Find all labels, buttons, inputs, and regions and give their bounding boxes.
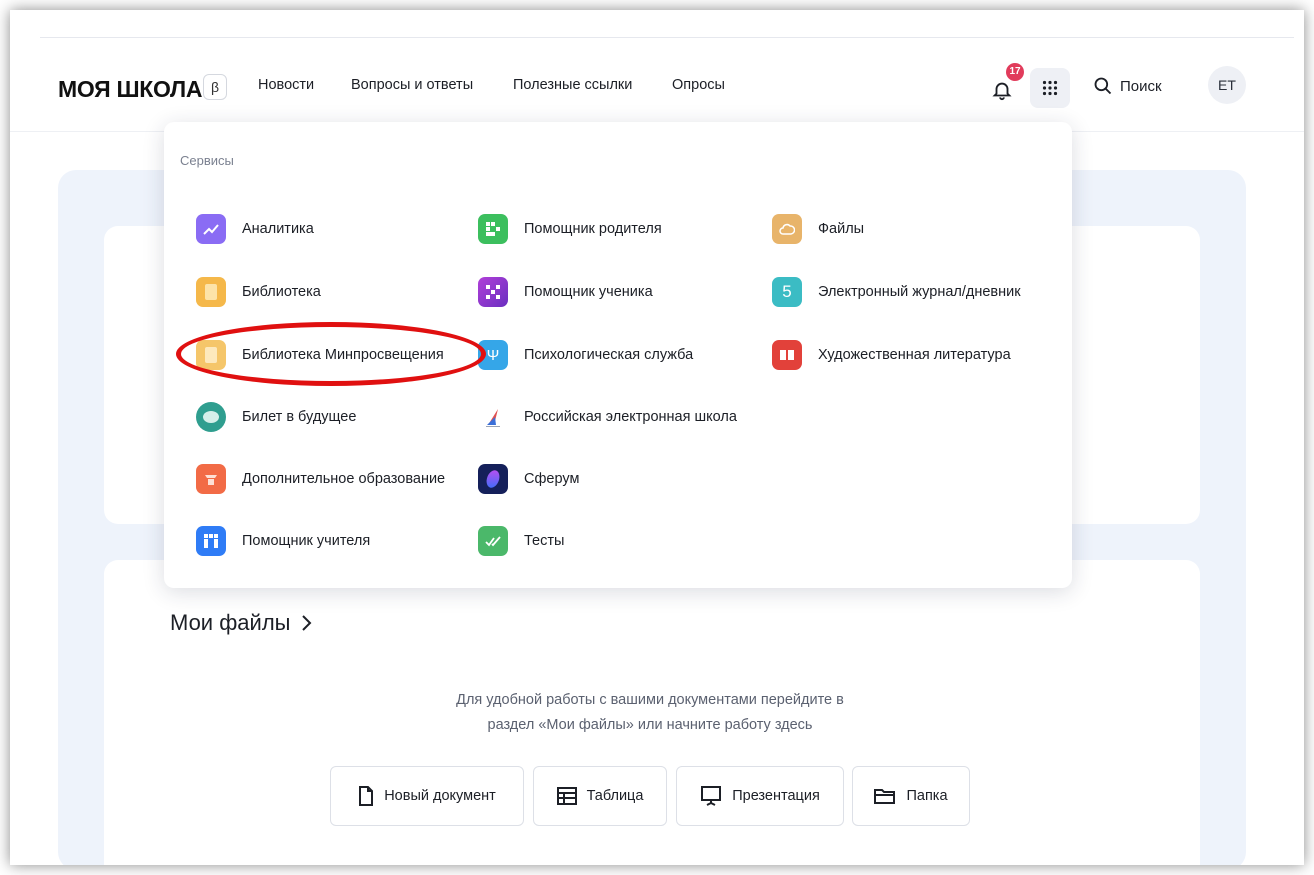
notifications-badge: 17 [1006,63,1024,81]
files-title-text: Мои файлы [170,610,291,635]
site-logo[interactable]: МОЯ ШКОЛА [58,76,202,103]
new-document-label: Новый документ [384,788,496,804]
services-menu-button[interactable] [1030,68,1070,108]
document-icon [359,786,374,806]
service-ticket-to-future[interactable]: Билет в будущее [196,402,356,432]
ticket-icon [196,402,226,432]
service-label: Электронный журнал/дневник [818,284,1021,300]
service-label: Художественная литература [818,347,1011,363]
service-analytics[interactable]: Аналитика [196,214,314,244]
cloud-icon [772,214,802,244]
service-teacher-assistant[interactable]: Помощник учителя [196,526,370,556]
service-files[interactable]: Файлы [772,214,864,244]
files-desc-line1: Для удобной работы с вашими документами … [456,692,844,708]
service-sferum[interactable]: Сферум [478,464,579,494]
nav-faq[interactable]: Вопросы и ответы [351,77,473,93]
grid-icon [1042,80,1058,96]
service-label: Аналитика [242,221,314,237]
top-divider [40,37,1294,38]
service-res[interactable]: Российская электронная школа [478,402,737,432]
presentation-button[interactable]: Презентация [676,766,844,826]
education-icon [196,464,226,494]
service-label: Психологическая служба [524,347,694,363]
book-icon [196,277,226,307]
table-icon [556,787,577,805]
folder-label: Папка [906,788,948,804]
service-label: Библиотека [242,284,321,300]
table-button[interactable]: Таблица [533,766,667,826]
highlight-ellipse [176,322,486,386]
avatar[interactable]: ЕТ [1208,66,1246,104]
service-label: Билет в будущее [242,409,357,425]
sferum-icon [478,464,508,494]
service-label: Российская электронная школа [524,409,737,425]
teacher-icon [196,526,226,556]
search-button[interactable]: Поиск [1093,76,1162,96]
service-label: Помощник учителя [242,533,371,549]
chevron-right-icon [302,615,312,631]
service-label: Сферум [524,471,580,487]
folder-icon [874,789,896,804]
open-book-icon [772,340,802,370]
search-label: Поиск [1120,77,1162,95]
tests-icon [478,526,508,556]
search-icon [1094,77,1112,95]
browser-frame: МОЯ ШКОЛА β Новости Вопросы и ответы Пол… [10,10,1304,865]
service-label: Тесты [524,533,565,549]
nav-news[interactable]: Новости [258,77,314,93]
service-parent-assistant[interactable]: Помощник родителя [478,214,662,244]
files-section-title[interactable]: Мои файлы [170,610,312,636]
bell-icon [992,82,1012,101]
beta-badge: β [203,74,227,100]
student-icon [478,277,508,307]
presentation-label: Презентация [732,788,820,804]
files-description: Для удобной работы с вашими документами … [390,688,910,738]
service-e-journal[interactable]: 5 Электронный журнал/дневник [772,277,1021,307]
nav-links[interactable]: Полезные ссылки [513,77,632,93]
service-student-assistant[interactable]: Помощник ученика [478,277,653,307]
service-tests[interactable]: Тесты [478,526,564,556]
service-label: Помощник родителя [524,221,662,237]
folder-button[interactable]: Папка [852,766,970,826]
parent-icon [478,214,508,244]
service-label: Дополнительное образование [242,471,446,487]
res-icon [478,402,508,432]
services-title: Сервисы [180,153,234,168]
service-library[interactable]: Библиотека [196,277,321,307]
presentation-icon [701,786,722,806]
analytics-icon [196,214,226,244]
service-label: Файлы [818,221,865,237]
table-label: Таблица [586,788,644,804]
service-label: Помощник ученика [524,284,653,300]
service-additional-education[interactable]: Дополнительное образование [196,464,445,494]
service-fiction[interactable]: Художественная литература [772,340,1011,370]
nav-polls[interactable]: Опросы [672,77,725,93]
service-psychology[interactable]: Ψ Психологическая служба [478,340,693,370]
journal-icon: 5 [772,277,802,307]
files-desc-line2: раздел «Мои файлы» или начните работу зд… [487,717,813,733]
new-document-button[interactable]: Новый документ [330,766,524,826]
